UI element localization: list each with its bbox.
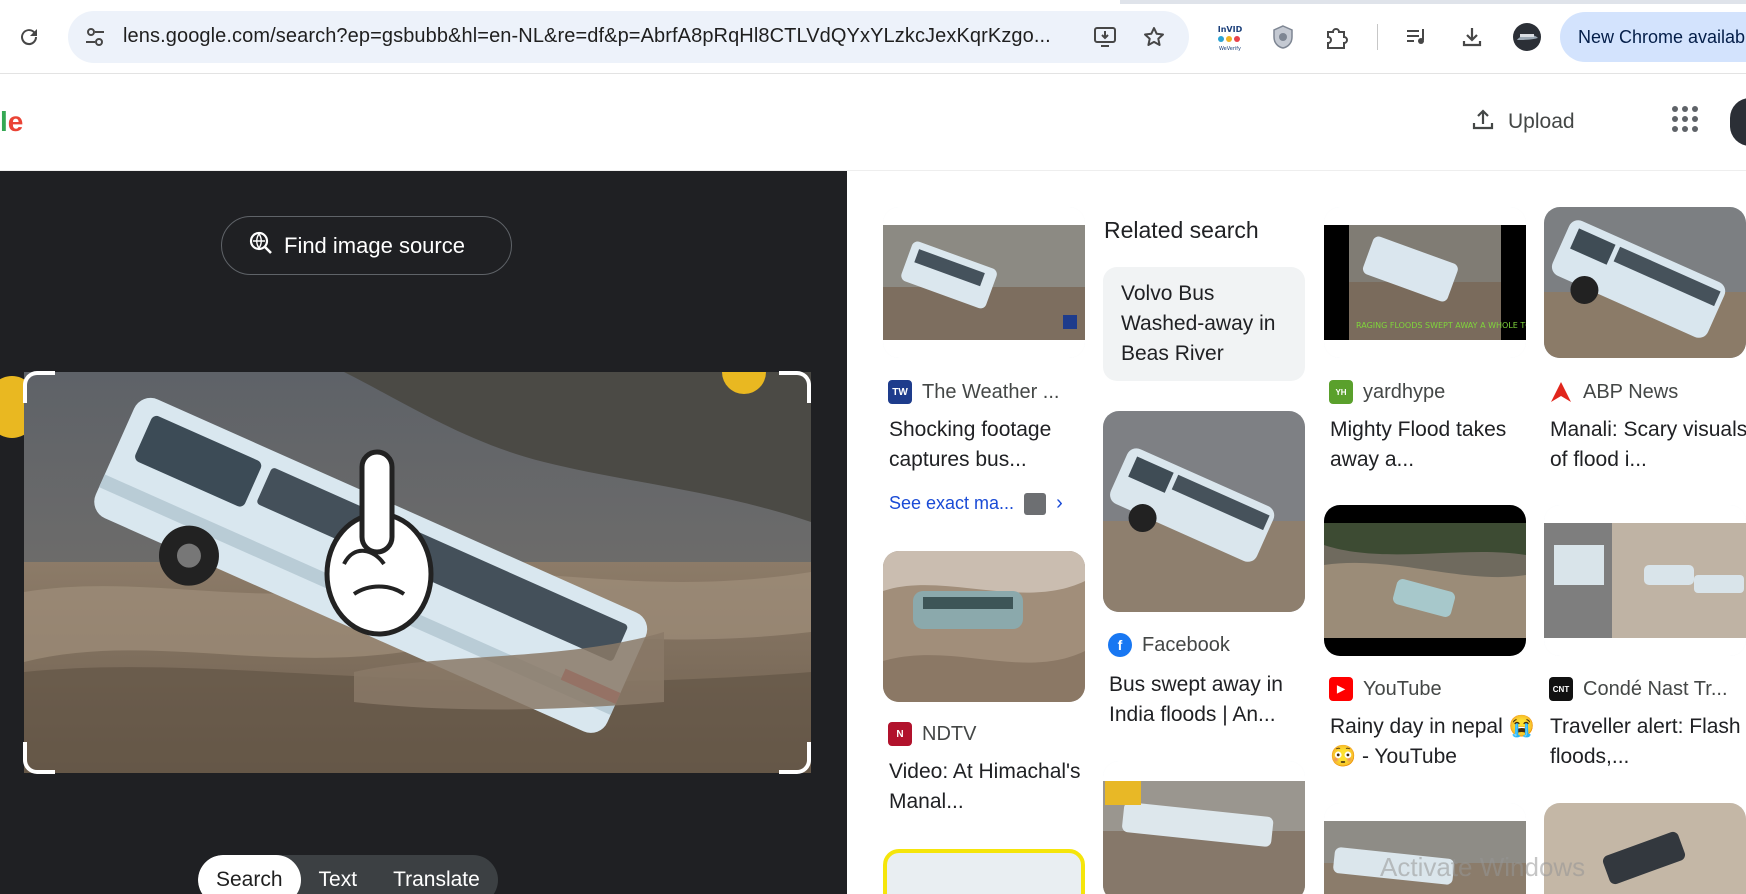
address-bar[interactable]: lens.google.com/search?ep=gsbubb&hl=en-N… [68,11,1189,63]
exact-match-thumb [1024,492,1047,515]
facebook-icon: f [1108,633,1132,657]
result-title[interactable]: Traveller alert: Flash floods,... [1550,712,1746,772]
abp-news-icon [1549,380,1573,404]
activate-windows-watermark: Activate Windows [1380,852,1586,882]
see-exact-matches-link[interactable]: See exact ma... › [889,492,1063,515]
result-thumbnail[interactable] [883,207,1085,358]
source-name: yardhype [1363,380,1446,403]
find-image-source-button[interactable]: Find image source [221,216,512,275]
source-name: Facebook [1142,633,1230,656]
lens-mode-tabs: Search Text Translate [198,855,498,894]
result-title[interactable]: Mighty Flood takes away a... [1330,415,1535,475]
site-settings-icon[interactable] [78,20,112,54]
result-source[interactable]: CNT Condé Nast Tr... [1549,677,1728,701]
source-name: YouTube [1363,677,1442,700]
shield-icon[interactable] [1266,20,1300,54]
youtube-icon: ▶ [1329,677,1353,701]
lens-search-icon [248,230,274,262]
result-source[interactable]: N NDTV [888,722,976,746]
svg-text:InVID: InVID [1218,25,1243,34]
result-thumbnail[interactable] [883,849,1085,894]
result-source[interactable]: ABP News [1549,380,1678,404]
crop-handle-bottom-left[interactable] [23,742,55,774]
puzzle-icon[interactable] [1320,20,1354,54]
tab-strip-edge [0,0,1746,4]
result-title[interactable]: Rainy day in nepal 😭😳 - YouTube [1330,712,1535,772]
tab-translate[interactable]: Translate [375,855,498,894]
crop-handle-top-right[interactable] [779,371,811,403]
result-source[interactable]: YH yardhype [1329,380,1445,404]
thumb-caption: RAGING FLOODS SWEPT AWAY A WHOLE TOURIST… [1356,321,1526,330]
result-thumbnail[interactable] [1544,207,1746,358]
result-thumbnail[interactable] [1544,505,1746,656]
crop-handle-bottom-right[interactable] [779,742,811,774]
source-name: The Weather ... [922,380,1060,403]
update-chrome-button[interactable]: New Chrome available [1560,12,1746,62]
result-thumbnail[interactable] [883,551,1085,702]
browser-toolbar: lens.google.com/search?ep=gsbubb&hl=en-N… [0,0,1746,74]
crop-handle-top-left[interactable] [23,371,55,403]
results-pane: TW The Weather ... Shocking footage capt… [847,171,1746,894]
upload-label: Upload [1508,110,1575,133]
result-source[interactable]: TW The Weather ... [888,380,1059,404]
result-title[interactable]: Video: At Himachal's Manal... [889,757,1094,817]
download-icon[interactable] [1455,20,1489,54]
star-icon[interactable] [1137,20,1171,54]
result-thumbnail[interactable] [1103,761,1305,894]
result-thumbnail[interactable]: RAGING FLOODS SWEPT AWAY A WHOLE TOURIST… [1324,207,1526,358]
query-image[interactable] [24,372,811,773]
result-title[interactable]: Manali: Scary visuals of flood i... [1550,415,1746,475]
install-icon[interactable] [1089,20,1123,54]
conde-nast-icon: CNT [1549,677,1573,701]
yardhype-icon: YH [1329,380,1353,404]
source-name: Condé Nast Tr... [1583,677,1728,700]
source-name: NDTV [922,722,977,745]
result-title[interactable]: Bus swept away in India floods | An... [1109,670,1314,730]
ndtv-icon: N [888,722,912,746]
result-source[interactable]: ▶ YouTube [1329,677,1442,701]
profile-avatar[interactable] [1510,20,1544,54]
source-name: ABP News [1583,380,1679,403]
apps-grid-icon[interactable] [1670,104,1704,138]
svg-text:WeVerify: WeVerify [1219,46,1241,52]
tab-search[interactable]: Search [198,855,301,894]
upload-button[interactable]: Upload [1470,104,1575,140]
toolbar-divider [1377,24,1378,50]
find-source-label: Find image source [284,232,465,258]
upload-icon [1470,106,1496,138]
chevron-right-icon: › [1056,492,1063,514]
weather-channel-icon: TW [888,380,912,404]
image-viewer-pane: Find image source Search Text Translate [0,171,847,894]
related-search-heading: Related search [1104,217,1259,243]
result-source[interactable]: f Facebook [1108,633,1230,657]
related-search-chip[interactable]: Volvo Bus Washed-away in Beas River [1103,267,1305,381]
google-logo-fragment[interactable]: le [0,106,23,138]
tab-text[interactable]: Text [301,855,376,894]
result-thumbnail[interactable] [1103,411,1305,612]
media-icon[interactable] [1400,20,1434,54]
exact-match-label: See exact ma... [889,493,1015,513]
url-text[interactable]: lens.google.com/search?ep=gsbubb&hl=en-N… [123,25,1083,48]
result-thumbnail[interactable] [1324,505,1526,656]
result-title[interactable]: Shocking footage captures bus... [889,415,1094,475]
reload-icon[interactable] [12,20,46,54]
invid-extension-icon[interactable]: InVID WeVerify [1212,20,1248,54]
